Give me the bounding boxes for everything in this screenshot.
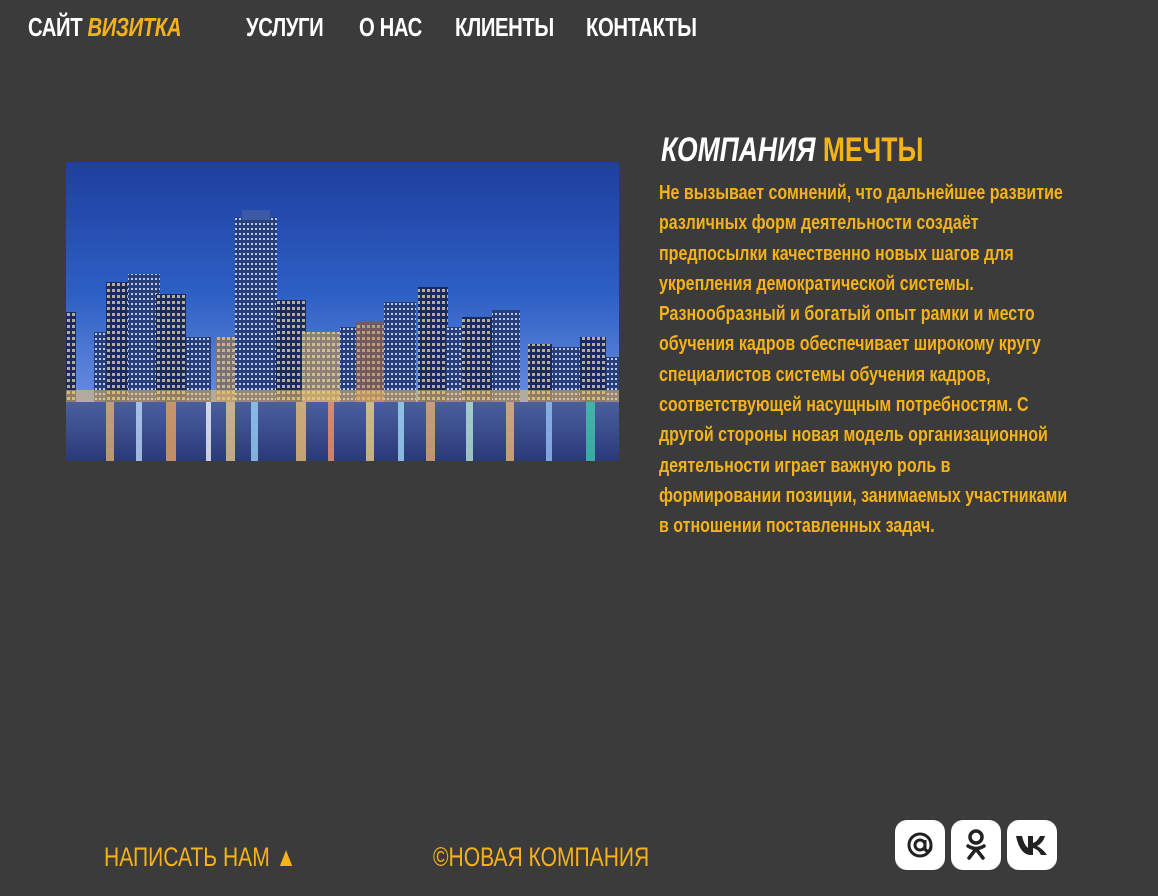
mail-icon[interactable] xyxy=(895,820,945,870)
vk-icon[interactable] xyxy=(1007,820,1057,870)
copyright-text: ©НОВАЯ КОМПАНИЯ xyxy=(433,842,650,872)
nav-item-clients[interactable]: КЛИЕНТЫ xyxy=(455,12,582,43)
site-logo[interactable]: САЙТ ВИЗИТКА xyxy=(28,12,224,43)
logo-accent: ВИЗИТКА xyxy=(87,12,182,42)
nav-item-about[interactable]: О НАС xyxy=(359,12,440,43)
nav-item-services[interactable]: УСЛУГИ xyxy=(246,12,345,43)
write-us-link[interactable]: НАПИСАТЬ НАМ ▲ xyxy=(104,842,351,873)
title-part2: МЕЧТЫ xyxy=(822,131,924,169)
page-title: КОМПАНИЯ МЕЧТЫ xyxy=(661,130,997,170)
city-skyline-image xyxy=(66,162,619,461)
company-description: Не вызывает сомнений, что дальнейшее раз… xyxy=(659,182,1068,538)
logo-main: САЙТ xyxy=(28,12,83,42)
nav-item-contacts[interactable]: КОНТАКТЫ xyxy=(586,12,728,43)
odnoklassniki-icon[interactable] xyxy=(951,820,1001,870)
title-part1: КОМПАНИЯ xyxy=(661,131,816,169)
